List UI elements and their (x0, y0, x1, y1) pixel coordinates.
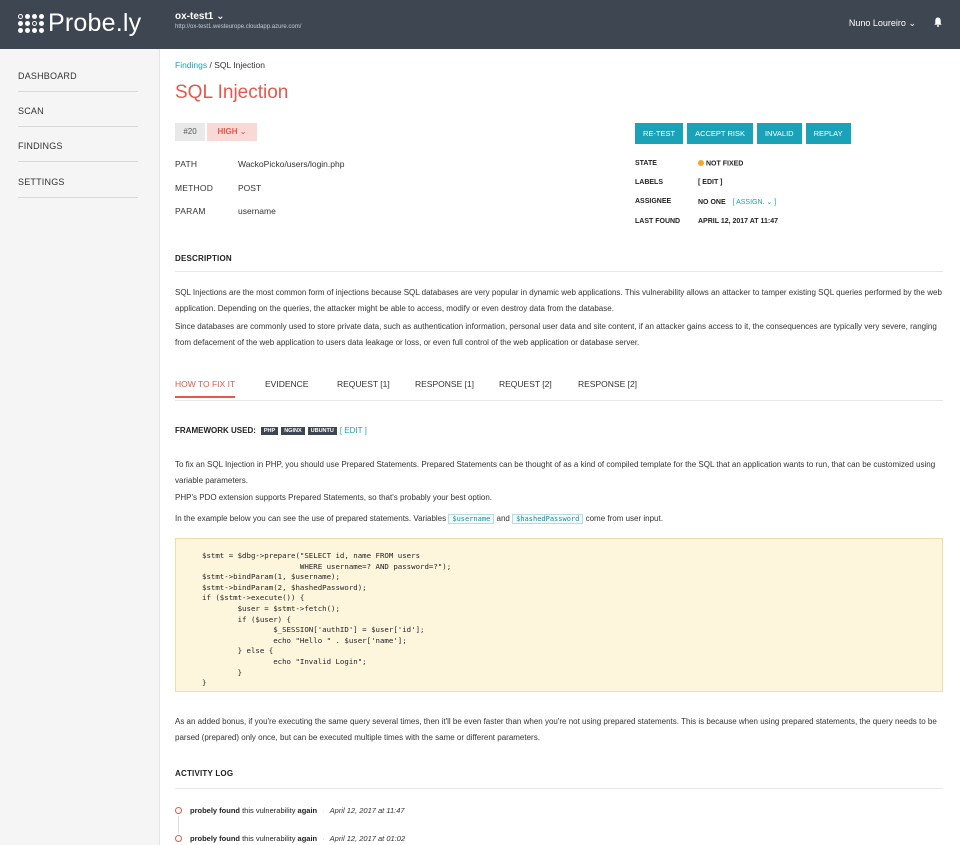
param-value: username (238, 206, 276, 216)
code-variable-hashed-password: $hashedPassword (512, 514, 583, 524)
tab-response-2[interactable]: RESPONSE [2] (578, 379, 637, 389)
accept-risk-button[interactable]: ACCEPT RISK (687, 123, 753, 144)
timeline-dot-icon (175, 835, 182, 842)
framework-row: FRAMEWORK USED: PHP NGINX UBUNTU [ EDIT … (175, 426, 367, 435)
divider (175, 788, 943, 789)
assignee-label: ASSIGNEE (635, 198, 671, 205)
sidebar-item-dashboard[interactable]: DASHBOARD (18, 71, 138, 92)
last-found-value: APRIL 12, 2017 AT 11:47 (698, 218, 778, 225)
framework-chip-php: PHP (261, 427, 278, 435)
tab-how-to-fix[interactable]: HOW TO FIX IT (175, 379, 235, 398)
activity-emph: again (298, 806, 318, 815)
finding-id-badge: #20 (175, 123, 205, 141)
breadcrumb-separator: / (210, 60, 212, 70)
framework-chip-ubuntu: UBUNTU (308, 427, 337, 435)
user-menu[interactable]: Nuno Loureiro ⌄ (849, 18, 916, 29)
chevron-down-icon: ⌄ (908, 18, 916, 28)
method-value: POST (238, 183, 261, 193)
finding-tabs: HOW TO FIX IT EVIDENCE REQUEST [1] RESPO… (175, 379, 943, 401)
activity-text: this vulnerability (242, 834, 295, 843)
probely-logo[interactable]: Probe.ly (18, 8, 141, 38)
bell-icon[interactable] (934, 17, 942, 27)
breadcrumb-findings-link[interactable]: Findings (175, 60, 207, 70)
breadcrumb-current: SQL Injection (214, 60, 265, 70)
tab-response-1[interactable]: RESPONSE [1] (415, 379, 474, 389)
chevron-down-icon: ⌄ (240, 127, 247, 136)
code-variable-username: $username (448, 514, 494, 524)
severity-dropdown[interactable]: HIGH ⌄ (207, 123, 257, 141)
fix-paragraph: In the example below you can see the use… (175, 511, 943, 527)
assign-dropdown[interactable]: [ ASSIGN. ⌄ ] (733, 199, 777, 206)
logo-text: Probe.ly (48, 9, 141, 38)
state-label: STATE (635, 160, 657, 167)
replay-button[interactable]: REPLAY (806, 123, 851, 144)
sidebar-item-settings[interactable]: SETTINGS (18, 177, 138, 198)
divider (175, 271, 943, 272)
method-label: METHOD (175, 183, 213, 193)
tab-request-2[interactable]: REQUEST [2] (499, 379, 552, 389)
invalid-button[interactable]: INVALID (757, 123, 802, 144)
activity-actor: probely found (190, 834, 240, 843)
description-paragraph: Since databases are commonly used to sto… (175, 319, 943, 351)
top-bar: Probe.ly ox-test1 ⌄ http://ox-test1.west… (0, 0, 960, 49)
code-text: $stmt = $dbg->prepare("SELECT id, name F… (202, 551, 451, 689)
fix-paragraph: PHP's PDO extension supports Prepared St… (175, 490, 943, 506)
framework-label: FRAMEWORK USED: (175, 426, 256, 435)
description-title: DESCRIPTION (175, 254, 232, 263)
activity-date: April 12, 2017 at 11:47 (330, 806, 405, 815)
code-example: $stmt = $dbg->prepare("SELECT id, name F… (175, 538, 943, 692)
fix-paragraph: As an added bonus, if you're executing t… (175, 714, 943, 746)
timeline-line (178, 816, 179, 834)
project-selector[interactable]: ox-test1 ⌄ http://ox-test1.westeurope.cl… (175, 11, 301, 30)
framework-chip-nginx: NGINX (281, 427, 304, 435)
last-found-label: LAST FOUND (635, 218, 680, 225)
path-value: WackoPicko/users/login.php (238, 159, 344, 169)
tab-request-1[interactable]: REQUEST [1] (337, 379, 390, 389)
activity-entry: probely found this vulnerability again·A… (175, 806, 405, 815)
retest-button[interactable]: RE-TEST (635, 123, 683, 144)
activity-date: April 12, 2017 at 01:02 (330, 834, 405, 843)
timeline-dot-icon (175, 807, 182, 814)
project-url: http://ox-test1.westeurope.cloudapp.azur… (175, 24, 301, 30)
activity-actor: probely found (190, 806, 240, 815)
labels-edit-link[interactable]: [ EDIT ] (698, 179, 723, 186)
framework-edit-link[interactable]: [ EDIT ] (340, 426, 367, 435)
sidebar-item-scan[interactable]: SCAN (18, 106, 138, 127)
action-buttons: RE-TEST ACCEPT RISK INVALID REPLAY (635, 123, 851, 144)
assignee-value: NO ONE (698, 199, 726, 206)
page-title: SQL Injection (175, 82, 288, 104)
tab-evidence[interactable]: EVIDENCE (265, 379, 308, 389)
path-label: PATH (175, 159, 197, 169)
severity-label: HIGH (218, 127, 238, 136)
activity-text: this vulnerability (242, 806, 295, 815)
fix-paragraph: To fix an SQL Injection in PHP, you shou… (175, 457, 943, 489)
user-name: Nuno Loureiro (849, 18, 906, 28)
activity-entry: probely found this vulnerability again·A… (175, 834, 405, 843)
labels-label: LABELS (635, 179, 663, 186)
logo-dots-icon (18, 14, 44, 33)
chevron-down-icon: ⌄ (216, 11, 224, 22)
project-name: ox-test1 (175, 11, 213, 22)
sidebar: DASHBOARD SCAN FINDINGS SETTINGS (0, 49, 160, 845)
activity-log-title: ACTIVITY LOG (175, 769, 233, 778)
warning-dot-icon (698, 160, 704, 166)
sidebar-item-findings[interactable]: FINDINGS (18, 141, 138, 162)
description-paragraph: SQL Injections are the most common form … (175, 285, 943, 317)
activity-emph: again (298, 834, 318, 843)
param-label: PARAM (175, 206, 206, 216)
breadcrumb: Findings / SQL Injection (175, 60, 265, 70)
state-value: NOT FIXED (706, 161, 743, 168)
